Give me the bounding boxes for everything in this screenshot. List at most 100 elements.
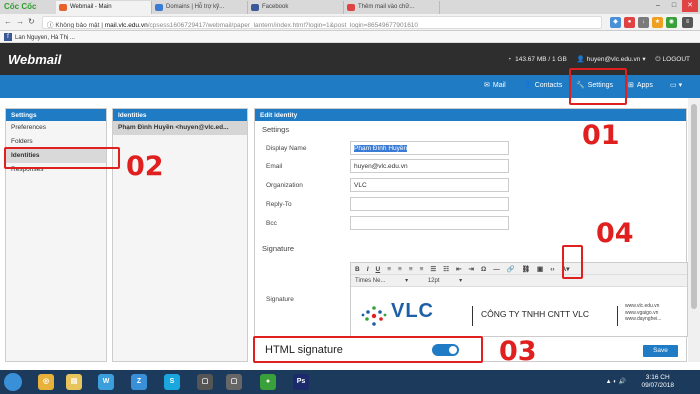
divider — [617, 306, 618, 326]
chrome-icon[interactable]: ◎ — [38, 374, 54, 390]
user-icon: 👤 — [576, 56, 585, 63]
download-icon[interactable]: ↓ — [638, 17, 649, 28]
italic-icon[interactable]: I — [367, 266, 369, 273]
nav-label: Apps — [636, 82, 653, 89]
browser-tab-bar: Cốc Cốc Webmail - Main Domains | Hỗ trợ … — [0, 0, 700, 14]
settings-item-preferences[interactable]: Preferences — [6, 121, 106, 135]
bcc-field[interactable] — [350, 216, 509, 230]
tab-add-mail[interactable]: Thêm mail vào chữ... — [344, 1, 440, 14]
font-family-select[interactable]: Times Ne... ▾ — [355, 278, 408, 284]
clock-date: 09/07/2018 — [641, 382, 674, 389]
address-bar: ←→↻ ⓘ Không bảo mật | mail.vlc.edu.vn/cp… — [0, 14, 700, 31]
taskbar-clock[interactable]: 3:16 CH 09/07/2018 — [641, 374, 674, 390]
identity-row[interactable]: Phạm Đình Huyền <huyen@vlc.ed... — [113, 121, 247, 135]
back-icon[interactable]: ← — [4, 17, 16, 26]
scrollbar-thumb[interactable] — [691, 104, 697, 309]
close-window-button[interactable]: ✕ — [682, 0, 698, 12]
signature-heading: Signature — [262, 244, 295, 253]
start-button[interactable] — [4, 373, 22, 391]
font-size-select[interactable]: 12pt ▾ — [428, 278, 462, 284]
photoshop-icon[interactable]: Ps — [293, 374, 309, 390]
underline-icon[interactable]: U — [376, 266, 381, 273]
tab-facebook[interactable]: Facebook — [248, 1, 344, 14]
reload-icon[interactable]: ↻ — [28, 17, 39, 26]
numbered-list-icon[interactable]: ☷ — [443, 266, 449, 273]
url-path: /cpsess1606729417/webmail/paper_lantern/… — [147, 22, 419, 29]
align-right-icon[interactable]: ≡ — [409, 266, 413, 273]
align-left-icon[interactable]: ≡ — [387, 266, 391, 273]
email-field[interactable]: huyen@vlc.edu.vn — [350, 159, 509, 173]
maximize-button[interactable]: □ — [666, 0, 682, 12]
word-icon[interactable]: W — [98, 374, 114, 390]
forward-icon[interactable]: → — [16, 17, 28, 26]
source-code-icon[interactable]: ‹› — [550, 266, 554, 273]
bold-icon[interactable]: B — [355, 266, 360, 273]
chevron-down-icon[interactable]: ▾ — [642, 56, 645, 63]
edit-identity-title: Edit identity — [255, 109, 686, 121]
facebook-icon — [251, 4, 259, 11]
bookmark-item[interactable]: f Lan Nguyen, Hà Thị ... — [4, 33, 75, 41]
monitor-icon: ▭ — [670, 82, 677, 89]
save-button[interactable]: Save — [643, 345, 678, 357]
nav-contacts[interactable]: 👤 Contacts — [523, 81, 562, 89]
bullet-list-icon[interactable]: ☰ — [430, 266, 436, 273]
contacts-icon: 👤 — [523, 82, 532, 89]
quota-text: 143.67 MB / 1 GB — [515, 56, 567, 63]
minimize-button[interactable]: – — [650, 0, 666, 12]
account-info: ◔ 143.67 MB / 1 GB 👤 huyen@vlc.edu.vn ▾ ⏻ L… — [499, 55, 690, 64]
nav-mail[interactable]: ✉ Mail — [484, 81, 506, 89]
zalo-icon[interactable]: Z — [131, 374, 147, 390]
outdent-icon[interactable]: ⇤ — [456, 266, 461, 273]
clock-time: 3:16 CH — [645, 374, 670, 381]
extension-icon[interactable]: ● — [624, 17, 635, 28]
page-scrollbar[interactable] — [688, 98, 700, 362]
divider — [472, 306, 473, 326]
menu-icon[interactable]: ≡ — [682, 17, 693, 28]
signature-content[interactable]: VLC CÔNG TY TNHH CNTT VLC www.vlc.edu.vn… — [351, 288, 687, 336]
url-field[interactable]: ⓘ Không bảo mật | mail.vlc.edu.vn/cpsess… — [42, 16, 602, 29]
reply-to-field[interactable] — [350, 197, 509, 211]
window-controls: – □ ✕ — [650, 0, 698, 12]
editor-toolbar: B I U ≡ ≡ ≡ ≡ ☰ ☷ ⇤ ⇥ Ω — 🔗 ⛓ ▣ ‹› A▾ — [351, 263, 687, 275]
indent-icon[interactable]: ⇥ — [469, 266, 474, 273]
system-tray[interactable]: ▲ ◐ 🔊 — [606, 378, 626, 385]
image-icon[interactable]: ▣ — [537, 266, 543, 273]
user-menu[interactable]: huyen@vlc.edu.vn — [587, 56, 641, 63]
special-char-icon[interactable]: Ω — [481, 266, 486, 273]
display-name-field[interactable]: Phạm Đình Huyền — [350, 141, 509, 155]
unlink-icon[interactable]: ⛓ — [522, 266, 530, 273]
skype-icon[interactable]: S — [164, 374, 180, 390]
align-center-icon[interactable]: ≡ — [398, 266, 402, 273]
chevron-down-icon: ▾ — [678, 82, 683, 89]
tab-webmail[interactable]: Webmail - Main — [56, 1, 152, 14]
editor-font-toolbar: Times Ne... ▾ 12pt ▾ — [351, 275, 687, 287]
app-icon[interactable]: ▢ — [197, 374, 213, 390]
coccoc-icon[interactable]: ● — [260, 374, 276, 390]
display-name-value: Phạm Đình Huyền — [354, 145, 408, 152]
annotation-number-1: 01 — [582, 120, 620, 151]
annotation-number-4: 04 — [596, 218, 634, 249]
logout-link[interactable]: LOGOUT — [663, 56, 690, 63]
annotation-box-identities — [4, 147, 120, 169]
extension-icon[interactable]: ◉ — [666, 17, 677, 28]
justify-icon[interactable]: ≡ — [420, 266, 424, 273]
vlc-logo-icon — [361, 306, 387, 326]
browser-brand: Cốc Cốc — [4, 2, 37, 11]
organization-field[interactable]: VLC — [350, 178, 509, 192]
logout-icon: ⏻ — [655, 56, 661, 63]
signature-label: Signature — [266, 296, 294, 303]
link-icon[interactable]: 🔗 — [507, 266, 515, 273]
folder-icon[interactable]: ▤ — [66, 374, 82, 390]
windows-taskbar: ◎ ▤ W Z S ▢ ▢ ● Ps ▲ ◐ 🔊 3:16 CH 09/07/2… — [0, 370, 700, 394]
tab-domains[interactable]: Domains | Hỗ trợ kỹ... — [152, 1, 248, 14]
site-icon — [155, 4, 163, 11]
extension-icon[interactable]: ◆ — [610, 17, 621, 28]
display-toggle[interactable]: ▭ ▾ — [670, 81, 682, 89]
horizontal-rule-icon[interactable]: — — [493, 266, 500, 273]
extension-icon[interactable]: ★ — [652, 17, 663, 28]
app-icon[interactable]: ▢ — [226, 374, 242, 390]
tab-label: Facebook — [262, 4, 289, 10]
annotation-number-3: 03 — [499, 336, 537, 367]
nav-apps[interactable]: ⊞ Apps — [628, 81, 653, 89]
signature-editor[interactable]: B I U ≡ ≡ ≡ ≡ ☰ ☷ ⇤ ⇥ Ω — 🔗 ⛓ ▣ ‹› A▾ Times Ne... ▾ 12pt … — [350, 262, 688, 337]
